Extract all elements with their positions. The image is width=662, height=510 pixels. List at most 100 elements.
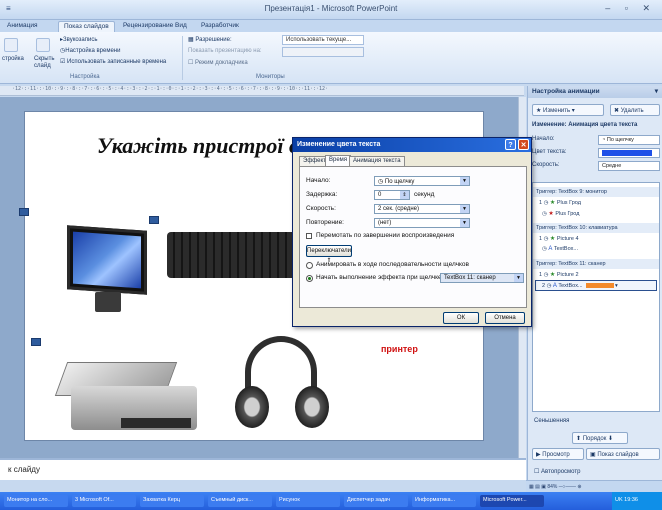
cancel-button[interactable]: Отмена <box>485 312 525 324</box>
taskbar-item[interactable]: Информатика... <box>412 495 476 507</box>
effect-text-icon: A <box>548 246 553 252</box>
zoom-slider[interactable]: ─○─── ⊕ <box>559 484 582 490</box>
spinner-icon: ⇕ <box>400 191 409 199</box>
ribbon: стройка Скрыть слайд ▸Звукозапись ◷Настр… <box>0 32 662 84</box>
chevron-down-icon: ▼ <box>460 219 469 227</box>
tab-slideshow[interactable]: Показ слайдов <box>58 21 115 32</box>
animation-tag-icon[interactable] <box>149 216 159 224</box>
pane-header: Настройка анимации ▾ <box>528 86 662 98</box>
use-timings-checkbox[interactable]: ☑ Использовать записанные времена <box>60 58 166 65</box>
presenter-view-checkbox[interactable]: ☐ Режим докладчика <box>188 59 248 66</box>
effect-header: Изменение: Анимация цвета текста <box>532 122 638 128</box>
taskbar-item[interactable]: 3 Microsoft Of... <box>72 495 136 507</box>
notes-text: к слайду <box>8 465 40 474</box>
change-text-color-dialog: Изменение цвета текста ? ✕ Эффект Время … <box>292 137 532 327</box>
play-button[interactable]: ▶ Просмотр <box>532 448 584 460</box>
taskbar-item-active[interactable]: Microsoft Power... <box>480 495 544 507</box>
timing-panel: Начало: ◷ По щелчку ▼ Задержка: 0 ⇕ секунд… <box>299 166 527 308</box>
speed-select[interactable]: Средне <box>598 161 660 171</box>
list-item[interactable]: 1 ◷ ★ Plus Грод <box>533 197 659 208</box>
hide-slide-label-2: слайд <box>34 63 51 69</box>
hide-slide-button[interactable] <box>36 38 50 52</box>
slideshow-button[interactable]: ▣ Показ слайдов <box>586 448 660 460</box>
start-select[interactable]: ◔ По щелчку <box>598 135 660 145</box>
effect-exit-icon: ★ <box>548 211 554 217</box>
dialog-titlebar: Изменение цвета текста ? ✕ <box>293 138 531 152</box>
triggers-button[interactable]: Переключатели ⇑ <box>306 245 352 264</box>
trigger-header[interactable]: Триггер: TextBox 11: сканер <box>533 259 659 269</box>
trigger-header[interactable]: Триггер: TextBox 10: клавиатура <box>533 223 659 233</box>
list-item[interactable]: 1 ◷ ★ Picture 4 <box>533 233 659 244</box>
tab-view[interactable]: Вид <box>170 21 192 32</box>
record-narration-button[interactable]: ▸Звукозапись <box>60 36 97 43</box>
list-item-selected[interactable]: 2 ◷ A TextBox... ▾ <box>535 280 657 291</box>
text-color-label: Цвет текста: <box>532 149 567 155</box>
notes-area[interactable]: к слайду <box>0 458 526 480</box>
list-item[interactable]: ◷ ★ Plus Грод <box>533 208 659 219</box>
speed-label: Скорость: <box>306 205 336 212</box>
list-item[interactable]: ◷ A TextBox... <box>533 244 659 255</box>
speed-select[interactable]: 2 сек. (средне) ▼ <box>374 204 470 214</box>
close-pane-icon[interactable]: ▾ <box>655 87 658 95</box>
tab-animation[interactable]: Анимация <box>2 21 43 32</box>
monitor-image[interactable] <box>67 225 157 314</box>
effect-star-icon: ★ <box>549 236 556 242</box>
rewind-label: Перемотать по завершении воспроизведения <box>316 232 455 239</box>
tab-developer[interactable]: Разработчик <box>196 21 244 32</box>
status-bar: ▦ ▤ ▣ 84% ─○─── ⊕ <box>526 480 662 492</box>
change-effect-button[interactable]: ★ Изменить ▾ <box>532 104 604 116</box>
printer-image[interactable] <box>54 362 201 436</box>
custom-animation-pane: Настройка анимации ▾ ★ Изменить ▾ ✖ Удал… <box>527 86 662 480</box>
window-controls[interactable]: – ▫ ✕ <box>605 3 656 14</box>
color-swatch <box>602 150 652 156</box>
animation-tag-icon[interactable] <box>19 208 29 216</box>
ok-button[interactable]: ОК <box>443 312 479 324</box>
group-setup-label: Настройка <box>70 74 100 80</box>
delay-input[interactable]: 0 ⇕ <box>374 190 410 200</box>
system-tray[interactable]: UK 19:36 <box>612 492 662 510</box>
start-label: Начало: <box>532 136 555 142</box>
animation-list[interactable]: Триггер: TextBox 9: монитор 1 ◷ ★ Plus Г… <box>532 182 660 412</box>
reorder-button[interactable]: ⬆ Порядок ⬇ <box>572 432 628 444</box>
text-color-select[interactable] <box>598 148 660 158</box>
pane-title: Настройка анимации <box>532 88 600 95</box>
trigger-shape-select[interactable]: TextBox 11: сканер ▼ <box>440 273 524 283</box>
dialog-title: Изменение цвета текста <box>297 141 381 148</box>
autopreview-checkbox[interactable]: ☐ Автопросмотр <box>534 468 580 475</box>
setup-show-button[interactable] <box>4 38 18 52</box>
speed-label: Скорость: <box>532 162 560 168</box>
taskbar-item[interactable]: Съемный диск... <box>208 495 272 507</box>
taskbar-item[interactable]: Захватка Керц <box>140 495 204 507</box>
resolution-select[interactable]: Использовать текуще... <box>282 35 364 45</box>
animation-tag-icon[interactable] <box>31 338 41 346</box>
trigger-header[interactable]: Триггер: TextBox 9: монитор <box>533 187 659 197</box>
pane-nav-label: Сеньшенняя <box>534 418 570 424</box>
animate-sequence-radio[interactable] <box>306 262 313 269</box>
caption-printer[interactable]: принтер <box>381 344 418 354</box>
ribbon-tabs: Анимация Показ слайдов Рецензирование Ви… <box>0 20 662 32</box>
chevron-down-icon: ▼ <box>514 274 523 282</box>
repeat-select[interactable]: (нет) ▼ <box>374 218 470 228</box>
taskbar-item[interactable]: Диспетчер задач <box>344 495 408 507</box>
close-icon[interactable]: ✕ <box>518 139 529 150</box>
taskbar: Монитор на сло... 3 Microsoft Of... Захв… <box>0 492 662 510</box>
window-titlebar: ≡ Презентація1 - Microsoft PowerPoint – … <box>0 0 662 20</box>
effect-star-icon: ★ <box>549 272 556 278</box>
rewind-checkbox[interactable] <box>306 233 312 239</box>
rehearse-timings-button[interactable]: ◷Настройка времени <box>60 47 120 54</box>
ribbon-separator <box>182 36 183 80</box>
tab-text-animation[interactable]: Анимация текста <box>349 156 405 166</box>
show-on-select[interactable] <box>282 47 364 57</box>
list-item[interactable]: 1 ◷ ★ Picture 2 <box>533 269 659 280</box>
view-buttons[interactable]: ▦ ▤ ▣ <box>529 484 546 490</box>
headphones-image[interactable] <box>225 336 335 436</box>
taskbar-item[interactable]: Монитор на сло... <box>4 495 68 507</box>
monitor-screen <box>67 225 147 295</box>
zoom-level[interactable]: 84% <box>547 484 557 490</box>
remove-effect-button[interactable]: ✖ Удалить <box>610 104 660 116</box>
start-on-click-radio[interactable] <box>306 275 313 282</box>
start-select[interactable]: ◷ По щелчку ▼ <box>374 176 470 186</box>
help-icon[interactable]: ? <box>505 139 516 150</box>
taskbar-item[interactable]: Рисунок <box>276 495 340 507</box>
headphones-cup-right <box>295 386 329 428</box>
